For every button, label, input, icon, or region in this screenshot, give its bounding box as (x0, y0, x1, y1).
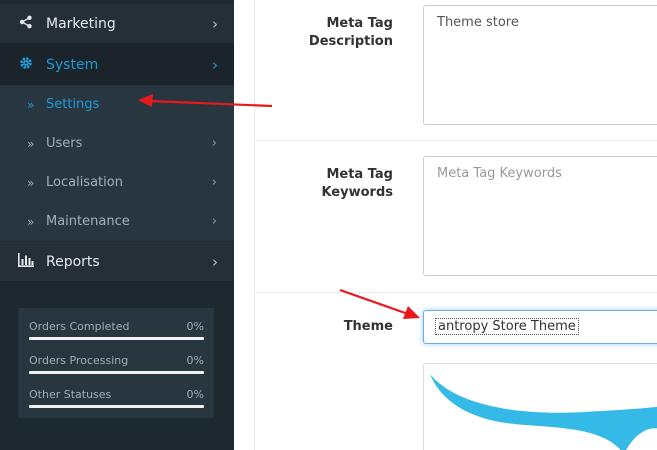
settings-form: Meta Tag Description Theme store Meta Ta… (234, 0, 657, 450)
label-line: Meta Tag (326, 167, 393, 182)
sidebar-subitem-settings[interactable]: » Settings (0, 85, 234, 124)
sidebar-item-reports[interactable]: Reports › (0, 242, 234, 282)
chevron-right-icon: › (211, 175, 217, 190)
sidebar-subitem-users[interactable]: » Users › (0, 124, 234, 163)
progress-bar (29, 337, 204, 340)
meta-keywords-label: Meta Tag Keywords (321, 166, 393, 202)
stat-orders-completed: Orders Completed 0% (29, 320, 204, 350)
stat-percent: 0% (186, 388, 204, 401)
theme-preview-image (423, 363, 657, 450)
sidebar: Marketing › System › » Settings » Users … (0, 0, 234, 450)
double-chevron-right-icon: » (27, 136, 35, 151)
meta-description-label: Meta Tag Description (309, 15, 393, 51)
gear-icon (18, 56, 34, 74)
theme-selected-value: antropy Store Theme (435, 318, 579, 335)
sidebar-item-system[interactable]: System › (0, 45, 234, 85)
stat-label: Orders Processing (29, 354, 129, 367)
textarea-value: Theme store (437, 15, 519, 30)
sidebar-item-label: Reports (46, 253, 100, 270)
order-status-stats: Orders Completed 0% Orders Processing 0%… (18, 308, 214, 418)
stat-other-statuses: Other Statuses 0% (29, 388, 204, 418)
sidebar-subitem-label: Maintenance (46, 214, 130, 229)
sidebar-item-label: Marketing (46, 15, 116, 32)
label-line: Meta Tag (326, 16, 393, 31)
share-icon (18, 15, 34, 33)
sidebar-item-marketing[interactable]: Marketing › (0, 4, 234, 44)
progress-bar (29, 371, 204, 374)
sidebar-item-label: System (46, 56, 99, 73)
chevron-right-icon: › (211, 136, 217, 151)
double-chevron-right-icon: » (27, 214, 35, 229)
bar-chart-icon (18, 252, 34, 271)
theme-select[interactable]: antropy Store Theme (423, 310, 657, 344)
chevron-right-icon: › (212, 55, 218, 74)
panel-border (254, 0, 255, 450)
double-chevron-right-icon: » (27, 97, 35, 112)
meta-keywords-textarea[interactable]: Meta Tag Keywords (423, 156, 657, 276)
stat-label: Other Statuses (29, 388, 112, 401)
row-divider (255, 140, 657, 141)
chevron-right-icon: › (212, 14, 218, 33)
stat-label: Orders Completed (29, 320, 130, 333)
sidebar-subitem-label: Settings (46, 97, 100, 112)
stat-orders-processing: Orders Processing 0% (29, 354, 204, 384)
sidebar-subitem-maintenance[interactable]: » Maintenance › (0, 202, 234, 241)
row-divider (255, 292, 657, 293)
chevron-right-icon: › (212, 252, 218, 271)
label-line: Description (308, 34, 393, 49)
stat-percent: 0% (186, 320, 204, 333)
textarea-placeholder: Meta Tag Keywords (437, 166, 562, 181)
stat-percent: 0% (186, 354, 204, 367)
label-line: Keywords (321, 185, 393, 200)
sidebar-subitem-localisation[interactable]: » Localisation › (0, 163, 234, 202)
progress-bar (29, 405, 204, 408)
sidebar-subitem-label: Localisation (46, 175, 123, 190)
meta-description-textarea[interactable]: Theme store (423, 5, 657, 125)
sidebar-subitem-label: Users (46, 136, 83, 151)
swoosh-graphic (430, 374, 657, 450)
double-chevron-right-icon: » (27, 175, 35, 190)
chevron-right-icon: › (211, 214, 217, 229)
theme-label: Theme (343, 319, 393, 334)
